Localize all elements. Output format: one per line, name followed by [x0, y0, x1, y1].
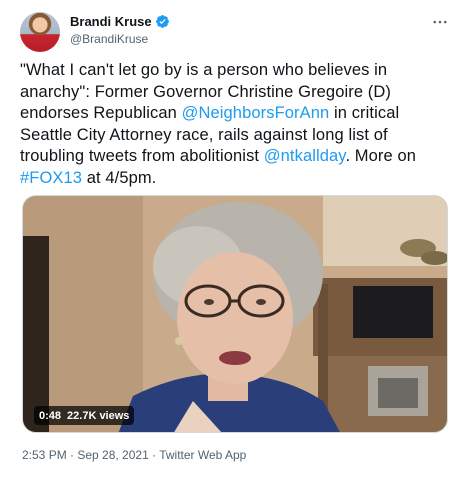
tweet-text-segment: . More on: [345, 147, 417, 166]
video-duration: 0:48: [39, 409, 62, 422]
video-stats-badge: 0:48 22.7K views: [34, 406, 135, 425]
tweet-card: Brandi Kruse @BrandiKruse "What I can't …: [0, 0, 460, 479]
tweet-meta[interactable]: 2:53 PM · Sep 28, 2021 · Twitter Web App: [22, 448, 246, 462]
avatar[interactable]: [20, 12, 60, 52]
author-name-row: Brandi Kruse: [70, 14, 170, 29]
author-display-name[interactable]: Brandi Kruse: [70, 14, 152, 29]
video-frame: [23, 196, 447, 432]
more-options-icon[interactable]: [428, 10, 452, 34]
video-player[interactable]: [22, 195, 448, 433]
hashtag-link[interactable]: #FOX13: [20, 169, 82, 187]
mention-link[interactable]: @ntkallday: [264, 147, 346, 165]
tweet-text: "What I can't let go by is a person who …: [20, 60, 445, 190]
mention-link[interactable]: @NeighborsForAnn: [182, 104, 330, 122]
tweet-text-segment: at 4/5pm.: [82, 168, 157, 187]
video-view-count: 22.7K views: [67, 409, 130, 422]
author-handle[interactable]: @BrandiKruse: [70, 32, 148, 46]
verified-badge-icon: [155, 15, 169, 28]
